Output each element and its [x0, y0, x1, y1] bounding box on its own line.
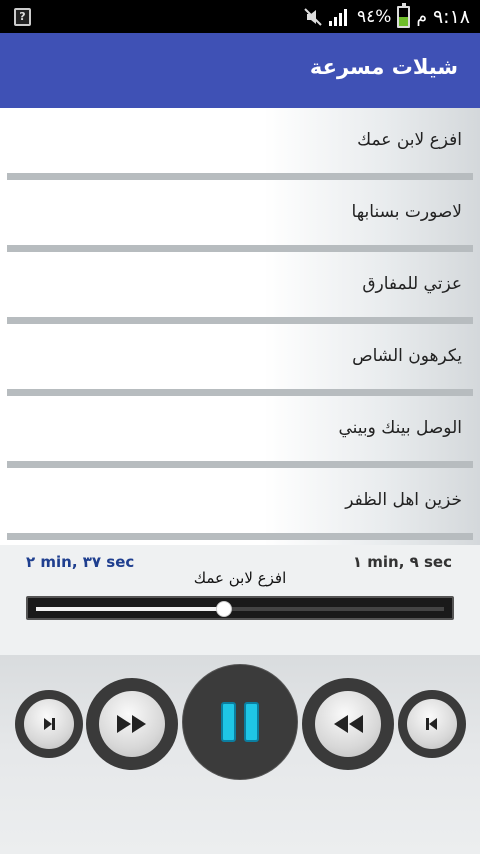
track-item[interactable]: لاصورت بسنابها: [0, 180, 480, 252]
status-bar: ? ٩٤% م ٩:١٨: [0, 0, 480, 33]
track-title: يكرهون الشاص: [352, 346, 462, 366]
track-item[interactable]: خزين اهل الظفر: [0, 468, 480, 540]
next-icon: [44, 718, 55, 730]
clock: ٩:١٨: [432, 5, 470, 28]
divider: [7, 533, 473, 540]
rewind-button[interactable]: [302, 678, 394, 770]
battery-icon: [397, 2, 411, 28]
fast-forward-button-face: [99, 691, 165, 757]
track-list[interactable]: افزع لابن عمك لاصورت بسنابها عزتي للمفار…: [0, 108, 480, 545]
previous-button-face: [407, 699, 457, 749]
divider: [7, 461, 473, 468]
next-button-face: [24, 699, 74, 749]
fast-forward-icon: [117, 715, 146, 733]
signal-icon: [329, 8, 351, 26]
pause-button[interactable]: [183, 665, 297, 779]
mute-icon: [304, 7, 322, 26]
divider: [7, 173, 473, 180]
seek-track: [36, 601, 444, 617]
notification-icon: ?: [14, 8, 31, 26]
divider: [7, 245, 473, 252]
track-item[interactable]: افزع لابن عمك: [0, 108, 480, 180]
track-title: افزع لابن عمك: [357, 130, 462, 150]
track-title: لاصورت بسنابها: [351, 202, 462, 222]
rewind-icon: [334, 715, 363, 733]
status-icons: ٩٤% م ٩:١٨: [303, 0, 470, 33]
track-title: الوصل بينك وبيني: [338, 418, 463, 438]
seek-fill: [36, 607, 224, 611]
seek-bar[interactable]: [26, 596, 454, 620]
player-progress: ٢ min, ٣٧ sec ١ min, ٩ sec افزع لابن عمك: [0, 545, 480, 655]
track-item[interactable]: عزتي للمفارق: [0, 252, 480, 324]
divider: [7, 389, 473, 396]
track-item[interactable]: يكرهون الشاص: [0, 324, 480, 396]
battery-percent: ٩٤%: [357, 6, 392, 27]
track-title: خزين اهل الظفر: [345, 490, 462, 510]
track-item[interactable]: الوصل بينك وبيني: [0, 396, 480, 468]
app-title: شيلات مسرعة: [309, 55, 458, 79]
player-controls: [0, 655, 480, 854]
seek-thumb[interactable]: [215, 601, 232, 617]
previous-button[interactable]: [398, 690, 466, 758]
fast-forward-button[interactable]: [86, 678, 178, 770]
now-playing-title: افزع لابن عمك: [193, 569, 287, 587]
previous-icon: [426, 718, 437, 730]
app-bar: شيلات مسرعة: [0, 33, 480, 108]
divider: [7, 317, 473, 324]
ampm-label: م: [416, 6, 427, 27]
pause-icon: [221, 702, 259, 742]
next-button[interactable]: [15, 690, 83, 758]
rewind-button-face: [315, 691, 381, 757]
track-title: عزتي للمفارق: [362, 274, 462, 294]
